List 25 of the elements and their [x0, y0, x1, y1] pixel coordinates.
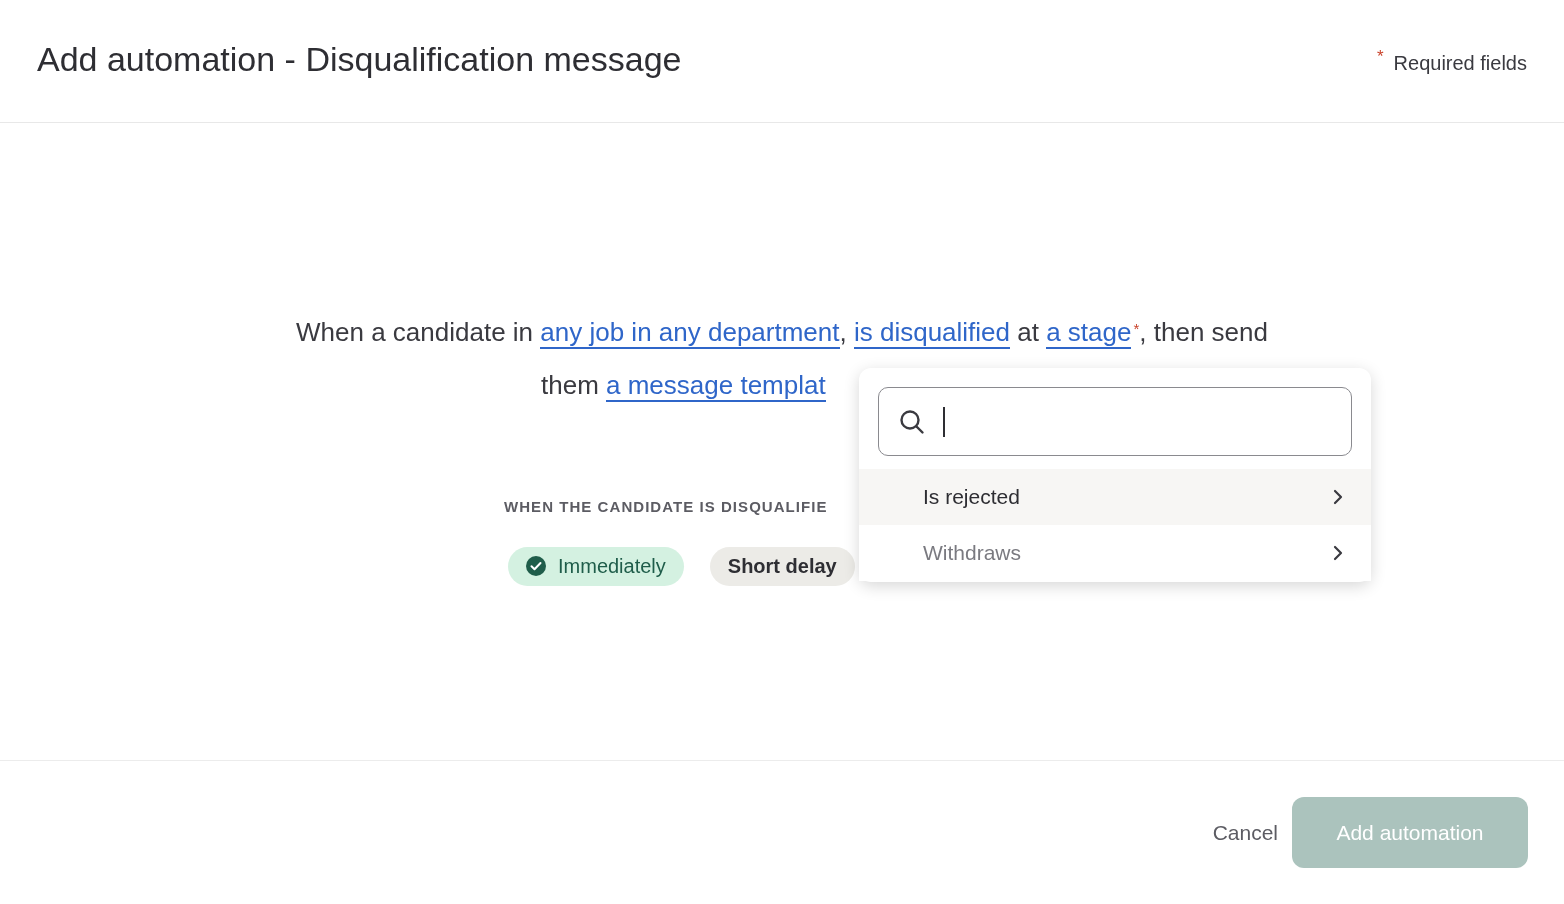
- search-field[interactable]: [878, 387, 1352, 456]
- sentence-text: , then send: [1139, 317, 1268, 347]
- check-circle-icon: [526, 556, 546, 576]
- cancel-button[interactable]: Cancel: [1212, 816, 1278, 849]
- menu-item[interactable]: Is rejected: [859, 469, 1371, 525]
- menu-item[interactable]: Withdraws: [859, 525, 1371, 581]
- timing-label: WHEN THE CANDIDATE IS DISQUALIFIE: [503, 497, 828, 517]
- sentence-text: them: [541, 370, 600, 400]
- sentence-text: ,: [839, 317, 848, 347]
- timing-option[interactable]: Short delay: [709, 546, 855, 586]
- chevron-right-icon: [1333, 545, 1343, 561]
- dialog-title: Add automation - Disqualification message: [37, 38, 682, 80]
- sentence-text: When a candidate in: [296, 317, 535, 347]
- required-fields-label: Required fields: [1393, 51, 1527, 76]
- sentence-link[interactable]: is disqualified: [853, 317, 1011, 349]
- sentence-text: at: [1016, 317, 1040, 347]
- required-mark: *: [1376, 48, 1384, 65]
- timing-option[interactable]: Immediately: [508, 546, 684, 586]
- search-icon: [899, 408, 925, 435]
- required-mark: *: [1133, 319, 1140, 337]
- chevron-right-icon: [1333, 489, 1343, 505]
- text-cursor: [943, 406, 945, 437]
- sentence-link[interactable]: a message templat: [606, 370, 826, 402]
- sentence-link[interactable]: a stage: [1046, 317, 1132, 349]
- sentence-link[interactable]: any job in any department: [540, 317, 840, 349]
